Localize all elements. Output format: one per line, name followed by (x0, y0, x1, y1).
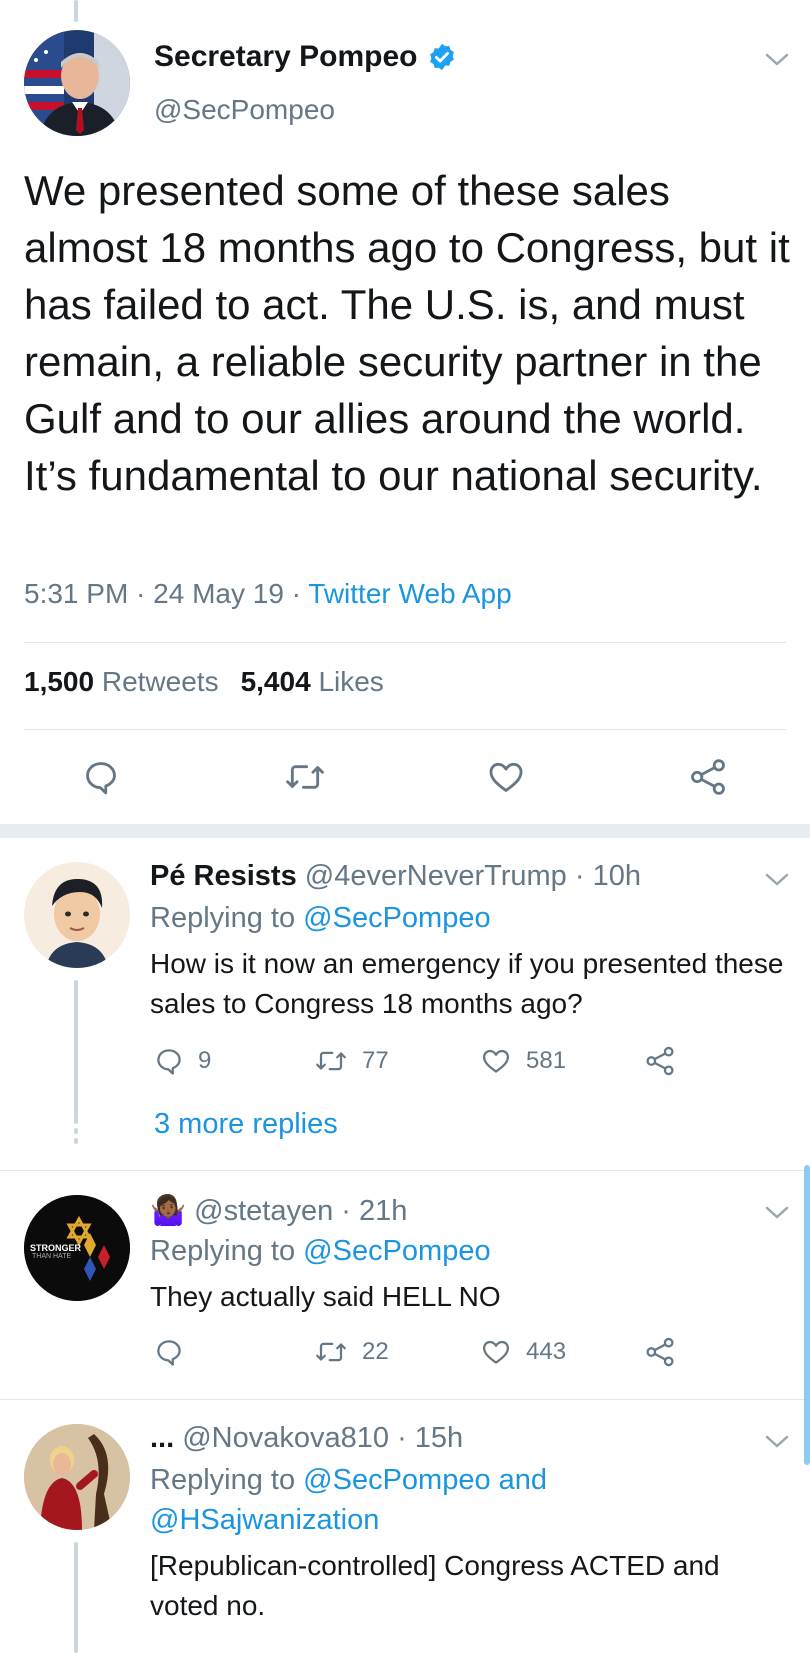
likes-count: 5,404 (240, 666, 311, 697)
avatar[interactable] (24, 1424, 130, 1530)
reply-icon (157, 1340, 181, 1366)
display-name[interactable]: Secretary Pompeo (154, 40, 417, 74)
share-icon[interactable] (688, 757, 728, 797)
display-name[interactable]: ... (150, 1422, 174, 1454)
chevron-down-icon[interactable] (764, 52, 790, 68)
like-count: 443 (526, 1338, 567, 1365)
handle-time[interactable]: @Novakova810 · 15h (182, 1422, 463, 1454)
reply-action[interactable]: 9 (154, 1046, 211, 1076)
reply-count: 9 (198, 1047, 212, 1074)
divider (24, 729, 786, 730)
replying-prefix: Replying to (150, 1464, 304, 1496)
retweet-icon (316, 1342, 346, 1362)
reply-tweet[interactable]: Pé Resists @4everNeverTrump · 10h Replyi… (0, 838, 810, 1170)
tweet-text: We presented some of these sales almost … (24, 167, 790, 499)
replying-to: Replying to @SecPompeo and @HSajwanizati… (150, 1460, 547, 1540)
divider (24, 642, 786, 643)
like-icon (483, 1340, 509, 1364)
handle-time[interactable]: @4everNeverTrump · 10h (305, 860, 641, 892)
retweet-icon[interactable] (284, 758, 326, 796)
likes-stat[interactable]: 5,404 Likes (241, 666, 384, 697)
main-tweet: Secretary Pompeo @SecPompeo We presented… (0, 0, 810, 824)
reply-text: [Republican-controlled] Congress ACTED a… (150, 1550, 720, 1621)
handle-time[interactable]: @stetayen · 21h (194, 1195, 407, 1227)
retweets-count: 1,500 (24, 666, 95, 697)
replying-prefix: Replying to (150, 1235, 304, 1267)
retweet-action[interactable]: 77 (314, 1046, 389, 1076)
avatar-text: THAN HATE (32, 1253, 72, 1260)
replying-to-link[interactable]: @SecPompeo and (303, 1464, 547, 1496)
thread-line (74, 980, 78, 1120)
avatar-image (24, 30, 130, 136)
reply-header: ... @Novakova810 · 15h (150, 1422, 463, 1455)
replying-to-link[interactable]: @HSajwanization (150, 1504, 379, 1536)
replying-to-link[interactable]: @SecPompeo (303, 1235, 490, 1267)
chevron-down-icon[interactable] (764, 872, 790, 888)
likes-label: Likes (318, 666, 384, 697)
tweet-timestamp: 5:31 PM · 24 May 19 · (24, 578, 309, 609)
share-icon[interactable] (644, 1336, 676, 1368)
retweet-count: 77 (362, 1047, 389, 1074)
reply-icon (157, 1049, 181, 1075)
thread-line-dot (74, 1138, 78, 1144)
replying-prefix: Replying to (150, 902, 304, 934)
reply-header: 🤷🏾‍♀️ @stetayen · 21h (150, 1193, 407, 1228)
tweet-meta: 5:31 PM · 24 May 19 · Twitter Web App (24, 578, 512, 610)
avatar-image (24, 1424, 130, 1530)
chevron-down-icon[interactable] (764, 1205, 790, 1221)
reply-tweet[interactable]: ... @Novakova810 · 15h Replying to @SecP… (0, 1400, 810, 1653)
replying-to: Replying to @SecPompeo (150, 898, 491, 938)
thread-line-dot (74, 1128, 78, 1134)
like-icon[interactable] (486, 758, 526, 796)
reply-text: They actually said HELL NO (150, 1281, 501, 1312)
avatar[interactable] (24, 862, 130, 968)
tweet-source-link[interactable]: Twitter Web App (308, 578, 511, 609)
verified-badge-icon (430, 43, 455, 71)
reply-text: How is it now an emergency if you presen… (150, 948, 784, 1019)
share-icon[interactable] (644, 1045, 676, 1077)
reply-header: Pé Resists @4everNeverTrump · 10h (150, 860, 641, 893)
chevron-down-icon[interactable] (764, 1434, 790, 1450)
retweets-label: Retweets (101, 666, 219, 697)
like-count: 581 (526, 1047, 567, 1074)
retweets-stat[interactable]: 1,500 Retweets (24, 666, 219, 697)
avatar[interactable] (24, 30, 130, 136)
display-name[interactable]: Pé Resists (150, 860, 297, 892)
handle[interactable]: @SecPompeo (154, 94, 335, 126)
reply-action[interactable] (154, 1337, 198, 1367)
retweet-count: 22 (362, 1338, 389, 1365)
replying-to: Replying to @SecPompeo (150, 1231, 491, 1271)
scrollbar[interactable] (804, 1165, 810, 1465)
thread-line (74, 1542, 78, 1653)
avatar-text: STRONGER (30, 1243, 82, 1253)
avatar[interactable]: STRONGER THAN HATE (24, 1195, 130, 1301)
display-name[interactable]: 🤷🏾‍♀️ (150, 1193, 186, 1227)
avatar-image (24, 862, 130, 968)
retweet-icon (316, 1051, 346, 1071)
retweet-action[interactable]: 22 (314, 1337, 389, 1367)
reply-tweet[interactable]: STRONGER THAN HATE 🤷🏾‍♀️ @stetayen · 21h… (0, 1171, 810, 1399)
reply-icon[interactable] (82, 758, 120, 796)
section-gap (0, 824, 810, 838)
like-icon (483, 1049, 509, 1073)
replying-to-link[interactable]: @SecPompeo (303, 902, 490, 934)
tweet-stats: 1,500 Retweets 5,404 Likes (24, 666, 384, 698)
thread-line-dot (74, 1118, 78, 1124)
like-action[interactable]: 581 (480, 1046, 566, 1076)
more-replies-link[interactable]: 3 more replies (154, 1108, 338, 1141)
like-action[interactable]: 443 (480, 1337, 566, 1367)
